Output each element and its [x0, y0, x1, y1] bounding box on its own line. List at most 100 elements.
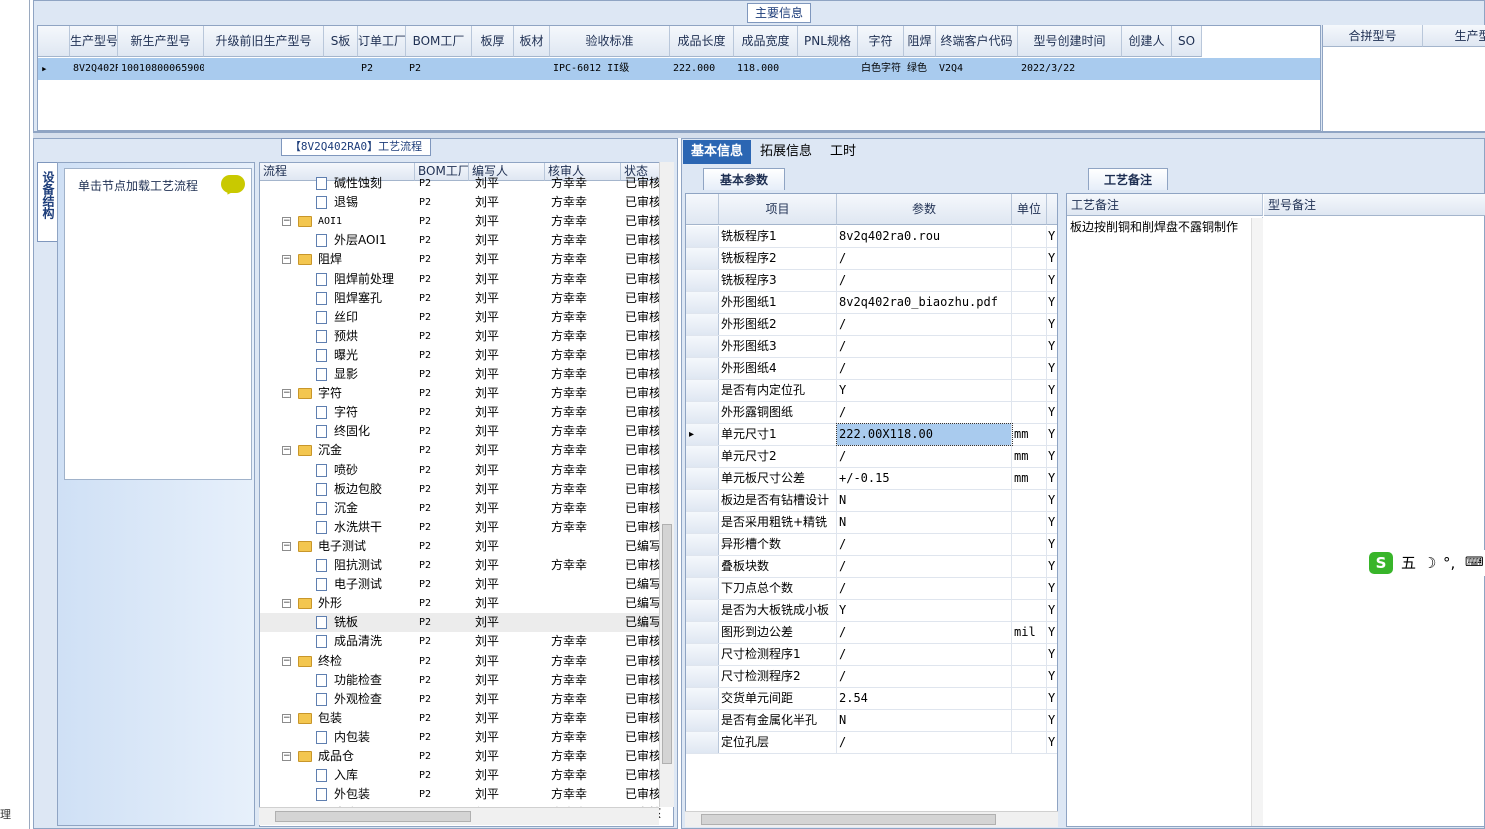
param-row[interactable]: 叠板块数 / Y — [686, 556, 1057, 578]
main-col-header[interactable]: 板材 — [514, 26, 550, 57]
collapse-icon[interactable]: − — [282, 713, 291, 723]
param-value[interactable]: / — [837, 402, 1012, 423]
tree-row[interactable]: 阻抗测试 P2 刘平 方幸幸 已审核 — [260, 556, 661, 575]
main-col-header[interactable]: 终端客户代码 — [936, 26, 1018, 57]
merge-col-header[interactable]: 合拼型号 — [1323, 25, 1423, 47]
param-row[interactable]: 铣板程序1 8v2q402ra0.rou Y — [686, 226, 1057, 248]
row-header[interactable] — [686, 710, 719, 731]
ime-toolbar[interactable]: S 五 ☽ °, ⌨ — [1367, 550, 1485, 576]
param-row[interactable]: 交货单元间距 2.54 Y — [686, 688, 1057, 710]
row-header[interactable] — [686, 270, 719, 291]
param-value[interactable]: / — [837, 248, 1012, 269]
table-cell[interactable]: 222.000 — [670, 58, 734, 80]
param-value[interactable]: Y — [837, 380, 1012, 401]
subtab-basic-params[interactable]: 基本参数 — [703, 168, 785, 190]
collapse-icon[interactable]: − — [282, 656, 291, 666]
process-tree-grid[interactable]: 流程 BOM工厂 编写人 核审人 状态 碱性蚀刻 P2 刘平 方幸幸 已审核 退锡 P2 刘平 方幸幸 已审… — [259, 162, 674, 827]
param-row[interactable]: 外形图纸2/ Y — [686, 314, 1057, 336]
table-cell[interactable]: 绿色 — [904, 58, 936, 80]
tree-row[interactable]: 成品清洗 P2 刘平 方幸幸 已审核 — [260, 632, 661, 651]
param-row[interactable]: 异形槽个数 / Y — [686, 534, 1057, 556]
row-header[interactable] — [686, 380, 719, 401]
row-header[interactable] — [686, 512, 719, 533]
tree-row[interactable]: 预烘 P2 刘平 方幸幸 已审核 — [260, 327, 661, 346]
row-header[interactable] — [686, 732, 719, 753]
param-value[interactable]: 8v2q402ra0_biaozhu.pdf — [837, 292, 1012, 313]
tree-node-label[interactable]: 外形 — [318, 594, 418, 613]
main-info-grid[interactable]: 生产型号 新生产型号 升级前旧生产型号 S板 订单工厂 BOM工厂 板厚 板材 验收标准 成品长度… — [37, 25, 1321, 131]
collapse-icon[interactable]: − — [282, 541, 291, 551]
param-value[interactable]: / — [837, 666, 1012, 687]
tree-row[interactable]: 曝光 P2 刘平 方幸幸 已审核 — [260, 346, 661, 365]
main-col-header[interactable]: 板厚 — [472, 26, 514, 57]
params-horizontal-scrollbar[interactable] — [685, 811, 1058, 827]
main-col-header[interactable]: 升级前旧生产型号 — [204, 26, 324, 57]
main-col-header[interactable]: 生产型号 — [70, 26, 118, 57]
param-row[interactable]: 外形图纸1 8v2q402ra0_biaozhu.pdf Y — [686, 292, 1057, 314]
main-col-header[interactable]: 成品长度 — [670, 26, 734, 57]
tab-work-hours[interactable]: 工时 — [822, 140, 864, 164]
row-header[interactable] — [686, 556, 719, 577]
main-col-header[interactable]: PNL规格 — [798, 26, 858, 57]
tree-row[interactable]: 外包装 P2 刘平 方幸幸 已审核 — [260, 785, 661, 804]
table-cell[interactable]: 10010800065900 — [118, 58, 204, 80]
param-value[interactable]: / — [837, 732, 1012, 753]
param-row[interactable]: 定位孔层 / Y — [686, 732, 1057, 754]
ime-mode-label[interactable]: 五 — [1401, 550, 1416, 576]
row-header[interactable] — [686, 666, 719, 687]
param-value[interactable]: / — [837, 270, 1012, 291]
tree-node-label[interactable]: 包装 — [318, 709, 418, 728]
main-col-header[interactable]: 验收标准 — [550, 26, 670, 57]
param-value[interactable]: / — [837, 446, 1012, 467]
tree-row[interactable]: 板边包胶 P2 刘平 方幸幸 已审核 — [260, 480, 661, 499]
row-header[interactable] — [686, 358, 719, 379]
tree-row[interactable]: 碱性蚀刻 P2 刘平 方幸幸 已审核 — [260, 174, 661, 193]
tree-row[interactable]: − 终检 P2 刘平 方幸幸 已审核 — [260, 652, 661, 671]
main-col-header[interactable]: SO — [1172, 26, 1202, 57]
table-cell[interactable]: 8V2Q402RA0 — [70, 58, 118, 80]
param-value[interactable]: 2.54 — [837, 688, 1012, 709]
param-row[interactable]: 单元尺寸2/mm Y — [686, 446, 1057, 468]
param-row[interactable]: 是否有金属化半孔 N Y — [686, 710, 1057, 732]
params-col-header[interactable]: 参数 — [837, 194, 1012, 225]
param-value[interactable]: Y — [837, 600, 1012, 621]
param-row[interactable]: 外形露铜图纸 / Y — [686, 402, 1057, 424]
param-value[interactable]: / — [837, 644, 1012, 665]
row-header[interactable] — [686, 688, 719, 709]
param-value[interactable]: 8v2q402ra0.rou — [837, 226, 1012, 247]
table-cell[interactable] — [472, 58, 514, 80]
tree-node-label[interactable]: 阻焊 — [318, 250, 418, 269]
main-col-header[interactable]: BOM工厂 — [406, 26, 472, 57]
collapse-icon[interactable]: − — [282, 446, 291, 456]
main-col-header[interactable]: 字符 — [858, 26, 904, 57]
tree-row[interactable]: 喷砂 P2 刘平 方幸幸 已审核 — [260, 461, 661, 480]
table-cell[interactable]: 2022/3/22 — [1018, 58, 1122, 80]
tree-row[interactable]: 功能检查 P2 刘平 方幸幸 已审核 — [260, 671, 661, 690]
tree-row[interactable]: 水洗烘干 P2 刘平 方幸幸 已审核 — [260, 518, 661, 537]
moon-icon[interactable]: ☽ — [1423, 550, 1436, 576]
param-value[interactable]: / — [837, 556, 1012, 577]
table-cell[interactable] — [1172, 58, 1202, 80]
tree-hscroll-thumb[interactable] — [275, 811, 471, 822]
tree-row[interactable]: 丝印 P2 刘平 方幸幸 已审核 — [260, 308, 661, 327]
row-header[interactable] — [686, 534, 719, 555]
row-header[interactable] — [686, 402, 719, 423]
param-row[interactable]: 单元板尺寸公差 +/-0.15 mm Y — [686, 468, 1057, 490]
param-value[interactable]: / — [837, 578, 1012, 599]
tree-row[interactable]: − 字符 P2 刘平 方幸幸 已审核 — [260, 384, 661, 403]
param-value[interactable]: N — [837, 512, 1012, 533]
row-header[interactable] — [686, 248, 719, 269]
tree-node-label[interactable]: 字符 — [318, 384, 418, 403]
basic-params-grid[interactable]: 项目 参数 单位 铣板程序1 8v2q402ra0.rou Y 铣板程序2/Y 铣板程序3/Y… — [685, 193, 1058, 827]
param-value[interactable]: / — [837, 336, 1012, 357]
keyboard-icon[interactable]: ⌨ — [1465, 550, 1484, 576]
collapse-icon[interactable]: − — [282, 217, 291, 227]
tree-row[interactable]: − 外形 P2 刘平 已编写 — [260, 594, 661, 613]
param-value[interactable]: / — [837, 314, 1012, 335]
params-hscroll-thumb[interactable] — [701, 814, 996, 825]
tree-scroll-thumb[interactable] — [662, 524, 672, 764]
row-header[interactable] — [686, 336, 719, 357]
tree-row[interactable]: − AOI1 P2 刘平 方幸幸 已审核 — [260, 212, 661, 231]
merge-model-grid[interactable]: 合拼型号生产型 — [1322, 25, 1485, 131]
param-value[interactable]: N — [837, 710, 1012, 731]
